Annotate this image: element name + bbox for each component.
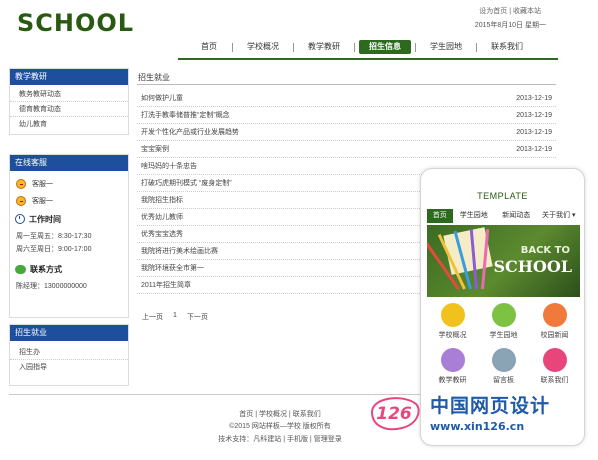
sidebar-item[interactable]: 入园指导	[10, 360, 128, 375]
nav-about[interactable]: 学校概况	[233, 40, 293, 54]
news-date: 2013-12-19	[516, 112, 552, 119]
nav-contact[interactable]: 联系我们	[477, 40, 537, 54]
mobile-nav-about[interactable]: 关于我们 ▾	[538, 209, 581, 223]
page-title: 招生就业	[138, 73, 170, 82]
news-date: 2013-12-19	[516, 95, 552, 102]
app-icon	[440, 303, 465, 327]
title-divider	[137, 84, 556, 85]
app-tile[interactable]: 学生园地	[478, 303, 529, 340]
list-item[interactable]: 如何做护儿童 2013-12-19	[137, 90, 556, 107]
app-label: 学生园地	[489, 332, 518, 339]
service-agent-label: 客服一	[32, 197, 53, 205]
watermark: 126 中国网页设计 www.xin126.cn	[364, 386, 594, 442]
site-logo[interactable]: SCHOOL	[17, 9, 134, 37]
sidebar-service-title: 在线客服	[10, 155, 128, 171]
list-item[interactable]: 宝宝案例 2013-12-19	[137, 141, 556, 158]
news-title[interactable]: 如何做护儿童	[141, 95, 183, 102]
mobile-nav: 首页 学生园地 新闻动态 关于我们 ▾	[427, 209, 580, 223]
clock-icon	[15, 214, 25, 224]
qq-icon	[16, 178, 26, 189]
work-hours-title: 工作时间	[10, 211, 128, 227]
list-item[interactable]: 打洗手教奉储普推“定制”概念 2013-12-19	[137, 107, 556, 124]
app-label: 联系我们	[540, 377, 569, 384]
page-number[interactable]: 1	[173, 312, 177, 322]
main-nav: 首页 学校概况 教学教研 招生信息 学生园地 联系我们	[186, 39, 556, 55]
banner-text-line1: BACK TO	[520, 245, 570, 256]
current-date: 2015年8月10日 星期一	[474, 22, 546, 29]
news-title[interactable]: 打破巧虎期刊模式 “废身定制”	[141, 180, 232, 187]
next-page-link[interactable]: 下一页	[187, 312, 208, 322]
sidebar-item[interactable]: 幼儿教育	[10, 117, 128, 132]
prev-page-link[interactable]: 上一页	[142, 312, 163, 322]
mobile-app-grid: 学校概况 学生园地 校园新闻 教学教研 留言板 联系我们	[427, 303, 580, 385]
nav-home[interactable]: 首页	[186, 40, 232, 54]
news-date: 2013-12-19	[516, 129, 552, 136]
app-icon	[440, 348, 465, 372]
sidebar-admissions: 招生就业 招生办 入园指导	[9, 324, 129, 386]
work-hours-weekend: 周六至周日：9:00-17:00	[16, 246, 92, 253]
sidebar-item[interactable]: 德育教育动态	[10, 102, 128, 117]
app-icon	[542, 303, 567, 327]
contact-title: 联系方式	[10, 261, 128, 277]
app-icon	[542, 348, 567, 372]
contact-label: 联系方式	[30, 264, 62, 274]
nav-underline	[178, 58, 558, 60]
app-tile[interactable]: 校园新闻	[529, 303, 580, 340]
sidebar-service: 在线客服 客服一 客服一 工作时间 周一至周五：8:30-17:30 周六至周日…	[9, 154, 129, 318]
news-title[interactable]: 宝宝案例	[141, 146, 169, 153]
news-title[interactable]: 我院将进行美术绘画比赛	[141, 248, 218, 255]
mobile-title: TEMPLATE	[477, 191, 528, 201]
contact-phone: 陈经理：13000000000	[16, 283, 87, 290]
mobile-nav-home[interactable]: 首页	[427, 209, 453, 223]
work-hours-label: 工作时间	[29, 214, 61, 224]
nav-teaching[interactable]: 教学教研	[294, 40, 354, 54]
news-title[interactable]: 2011年招生简章	[141, 282, 191, 289]
list-item[interactable]: 开发个性化产品或行业发展趋势 2013-12-19	[137, 124, 556, 141]
news-title[interactable]: 啥玛妈的十条忠告	[141, 163, 197, 170]
top-links[interactable]: 设为首页 | 收藏本站	[479, 6, 541, 16]
app-tile[interactable]: 联系我们	[529, 348, 580, 385]
mobile-nav-students[interactable]: 学生园地	[453, 209, 496, 223]
watermark-text: 中国网页设计	[430, 395, 551, 417]
service-agent[interactable]: 客服一	[10, 175, 128, 192]
service-agent[interactable]: 客服一	[10, 192, 128, 209]
news-title[interactable]: 优秀幼儿教师	[141, 214, 183, 221]
sidebar-teaching-title: 教学教研	[10, 69, 128, 85]
banner-text-line2: SCHOOL	[493, 257, 572, 276]
news-title[interactable]: 优秀宝宝选秀	[141, 231, 183, 238]
app-tile[interactable]: 学校概况	[427, 303, 478, 340]
news-title[interactable]: 开发个性化产品或行业发展趋势	[141, 129, 239, 136]
app-tile[interactable]: 教学教研	[427, 348, 478, 385]
app-tile[interactable]: 留言板	[478, 348, 529, 385]
app-label: 学校概况	[438, 332, 467, 339]
nav-students[interactable]: 学生园地	[416, 40, 476, 54]
sidebar-item[interactable]: 招生办	[10, 345, 128, 360]
news-title[interactable]: 打洗手教奉储普推“定制”概念	[141, 112, 230, 119]
watermark-badge-text: 126	[376, 404, 412, 424]
pagination: 上一页 1 下一页	[142, 312, 208, 322]
sidebar-item[interactable]: 教务教研动态	[10, 87, 128, 102]
sidebar-admissions-title: 招生就业	[10, 325, 128, 341]
news-date: 2013-12-19	[516, 146, 552, 153]
chat-icon	[15, 264, 26, 274]
service-agent-label: 客服一	[32, 180, 53, 188]
app-label: 校园新闻	[540, 332, 569, 339]
sidebar-teaching: 教学教研 教务教研动态 德育教育动态 幼儿教育	[9, 68, 129, 135]
app-label: 留言板	[493, 377, 514, 384]
qq-icon	[16, 195, 26, 206]
news-title[interactable]: 我院招生指标	[141, 197, 183, 204]
mobile-banner[interactable]: BACK TO SCHOOL	[427, 225, 580, 297]
watermark-badge-icon: 126	[370, 397, 420, 431]
news-title[interactable]: 我院环境获全市第一	[141, 265, 204, 272]
watermark-url: www.xin126.cn	[430, 420, 525, 433]
work-hours-weekday: 周一至周五：8:30-17:30	[16, 233, 92, 240]
mobile-nav-news[interactable]: 新闻动态	[495, 209, 538, 223]
nav-admissions[interactable]: 招生信息	[359, 40, 411, 54]
app-label: 教学教研	[438, 377, 467, 384]
app-icon	[491, 348, 516, 372]
app-icon	[491, 303, 516, 327]
nav-separator	[354, 42, 355, 52]
